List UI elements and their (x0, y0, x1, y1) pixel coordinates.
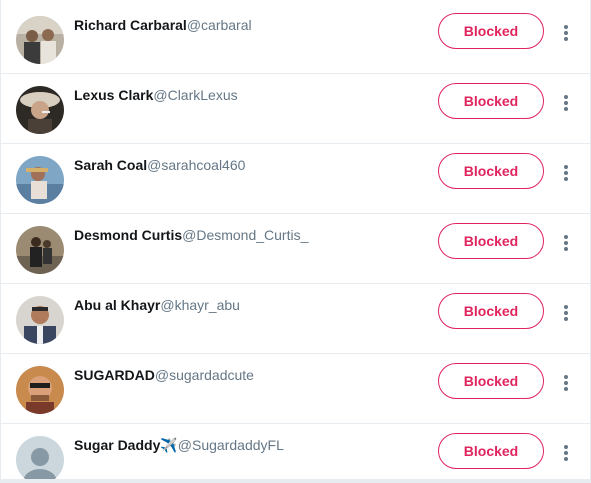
display-name[interactable]: Desmond Curtis (74, 227, 182, 243)
blocked-button[interactable]: Blocked (438, 293, 544, 329)
user-row[interactable]: Desmond Curtis@Desmond_Curtis_ Blocked (1, 214, 590, 284)
user-handle[interactable]: @khayr_abu (160, 297, 240, 313)
more-options-icon[interactable] (557, 373, 575, 391)
avatar[interactable] (16, 86, 64, 134)
user-row[interactable]: Sarah Coal@sarahcoal460 Blocked (1, 144, 590, 214)
blocked-accounts-list: Richard Carbaral@carbaral Blocked Lexus … (0, 0, 591, 483)
avatar[interactable] (16, 226, 64, 274)
display-name[interactable]: Lexus Clark (74, 87, 153, 103)
more-options-icon[interactable] (557, 443, 575, 461)
blocked-button[interactable]: Blocked (438, 83, 544, 119)
display-name[interactable]: SUGARDAD (74, 367, 155, 383)
airplane-emoji-icon: ✈️ (160, 437, 178, 453)
user-row[interactable]: SUGARDAD@sugardadcute Blocked (1, 354, 590, 424)
user-row[interactable]: Richard Carbaral@carbaral Blocked (1, 4, 590, 74)
user-row[interactable]: Lexus Clark@ClarkLexus Blocked (1, 74, 590, 144)
avatar[interactable] (16, 296, 64, 344)
user-handle[interactable]: @Desmond_Curtis_ (182, 227, 308, 243)
user-names: Sarah Coal@sarahcoal460 (74, 156, 245, 174)
bottom-divider (0, 479, 591, 483)
user-names: Richard Carbaral@carbaral (74, 16, 252, 34)
display-name[interactable]: Richard Carbaral (74, 17, 187, 33)
avatar[interactable] (16, 156, 64, 204)
more-options-icon[interactable] (557, 233, 575, 251)
more-options-icon[interactable] (557, 303, 575, 321)
blocked-button[interactable]: Blocked (438, 363, 544, 399)
user-names: Sugar Daddy✈️@SugardaddyFL (74, 436, 284, 454)
more-options-icon[interactable] (557, 93, 575, 111)
user-handle[interactable]: @sarahcoal460 (147, 157, 245, 173)
user-row[interactable]: Abu al Khayr@khayr_abu Blocked (1, 284, 590, 354)
user-row[interactable]: Sugar Daddy✈️@SugardaddyFL Blocked (1, 424, 590, 483)
user-handle[interactable]: @sugardadcute (155, 367, 254, 383)
blocked-button[interactable]: Blocked (438, 433, 544, 469)
avatar[interactable] (16, 366, 64, 414)
display-name[interactable]: Abu al Khayr (74, 297, 160, 313)
user-handle[interactable]: @SugardaddyFL (178, 437, 284, 453)
display-name[interactable]: Sugar Daddy (74, 437, 160, 453)
user-handle[interactable]: @carbaral (187, 17, 252, 33)
user-handle[interactable]: @ClarkLexus (153, 87, 237, 103)
default-avatar-icon[interactable] (16, 436, 64, 483)
more-options-icon[interactable] (557, 23, 575, 41)
blocked-button[interactable]: Blocked (438, 223, 544, 259)
more-options-icon[interactable] (557, 163, 575, 181)
avatar[interactable] (16, 16, 64, 64)
user-names: Desmond Curtis@Desmond_Curtis_ (74, 226, 308, 244)
user-names: SUGARDAD@sugardadcute (74, 366, 254, 384)
blocked-button[interactable]: Blocked (438, 13, 544, 49)
display-name[interactable]: Sarah Coal (74, 157, 147, 173)
blocked-button[interactable]: Blocked (438, 153, 544, 189)
user-names: Abu al Khayr@khayr_abu (74, 296, 240, 314)
user-names: Lexus Clark@ClarkLexus (74, 86, 238, 104)
